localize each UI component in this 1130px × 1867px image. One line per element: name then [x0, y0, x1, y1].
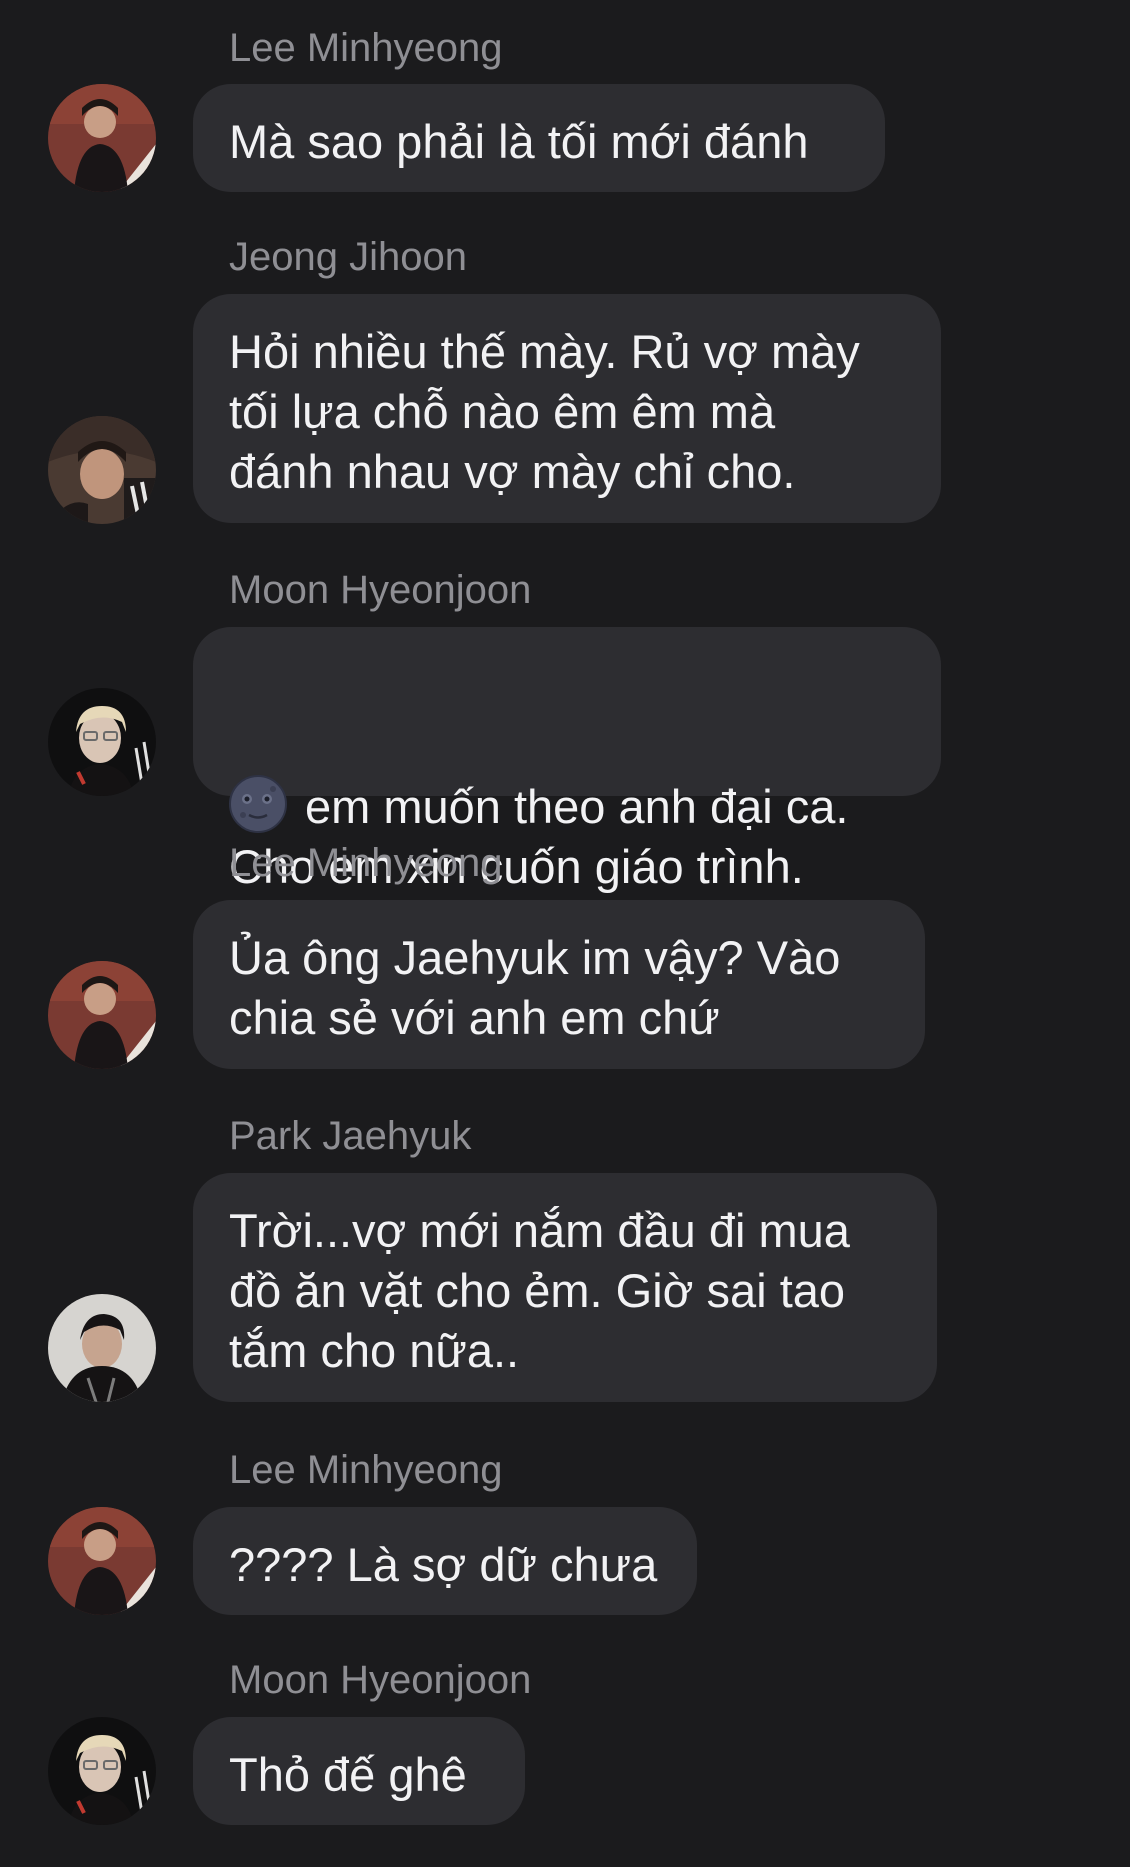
new-moon-face-emoji — [229, 715, 287, 833]
sender-name[interactable]: Park Jaehyuk — [229, 1116, 471, 1156]
avatar-park-jaehyuk[interactable] — [48, 1294, 156, 1402]
avatar-jeong-jihoon[interactable] — [48, 416, 156, 524]
avatar-lee-minhyeong[interactable] — [48, 1507, 156, 1615]
avatar-moon-hyeonjoon[interactable] — [48, 688, 156, 796]
message-bubble[interactable]: Ủa ông Jaehyuk im vậy? Vào chia sẻ với a… — [193, 900, 925, 1069]
avatar-moon-hyeonjoon[interactable] — [48, 1717, 156, 1825]
sender-name[interactable]: Moon Hyeonjoon — [229, 1660, 531, 1700]
message-bubble[interactable]: Hỏi nhiều thế mày. Rủ vợ mày tối lựa chỗ… — [193, 294, 941, 523]
sender-name[interactable]: Lee Minhyeong — [229, 28, 503, 68]
message-bubble[interactable]: ???? Là sợ dữ chưa — [193, 1507, 697, 1615]
chat-thread: Lee Minhyeong Mà sao phải là tối mới đán… — [0, 0, 1130, 1867]
avatar-lee-minhyeong[interactable] — [48, 961, 156, 1069]
sender-name[interactable]: Jeong Jihoon — [229, 237, 467, 277]
message-bubble[interactable]: Thỏ đế ghê — [193, 1717, 525, 1825]
sender-name[interactable]: Lee Minhyeong — [229, 843, 503, 883]
message-bubble[interactable]: em muốn theo anh đại ca. Cho em xin cuốn… — [193, 627, 941, 893]
avatar-lee-minhyeong[interactable] — [48, 84, 156, 192]
sender-name[interactable]: Moon Hyeonjoon — [229, 570, 531, 610]
message-bubble[interactable]: Trời...vợ mới nắm đầu đi mua đồ ăn vặt c… — [193, 1173, 937, 1402]
message-bubble[interactable]: Mà sao phải là tối mới đánh — [193, 84, 885, 192]
sender-name[interactable]: Lee Minhyeong — [229, 1450, 503, 1490]
